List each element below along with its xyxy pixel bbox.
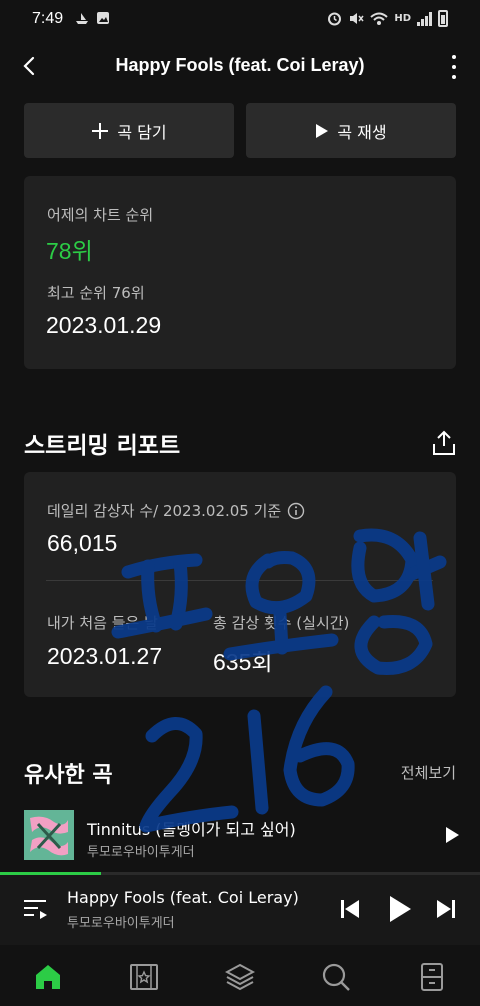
- home-icon[interactable]: [33, 962, 63, 992]
- previous-track-icon[interactable]: [340, 898, 360, 920]
- playlist-queue-icon[interactable]: [22, 898, 48, 920]
- play-pause-icon[interactable]: [388, 894, 412, 924]
- now-playing-title[interactable]: Happy Fools (feat. Coi Leray): [67, 888, 299, 907]
- drawer-icon[interactable]: [417, 962, 447, 992]
- search-icon[interactable]: [321, 962, 351, 992]
- now-playing-artist: 투모로우바이투게더: [67, 916, 175, 931]
- layers-icon[interactable]: [225, 962, 255, 992]
- library-icon[interactable]: [129, 962, 159, 992]
- handwritten-scribble: [111, 528, 447, 833]
- next-track-icon[interactable]: [436, 898, 456, 920]
